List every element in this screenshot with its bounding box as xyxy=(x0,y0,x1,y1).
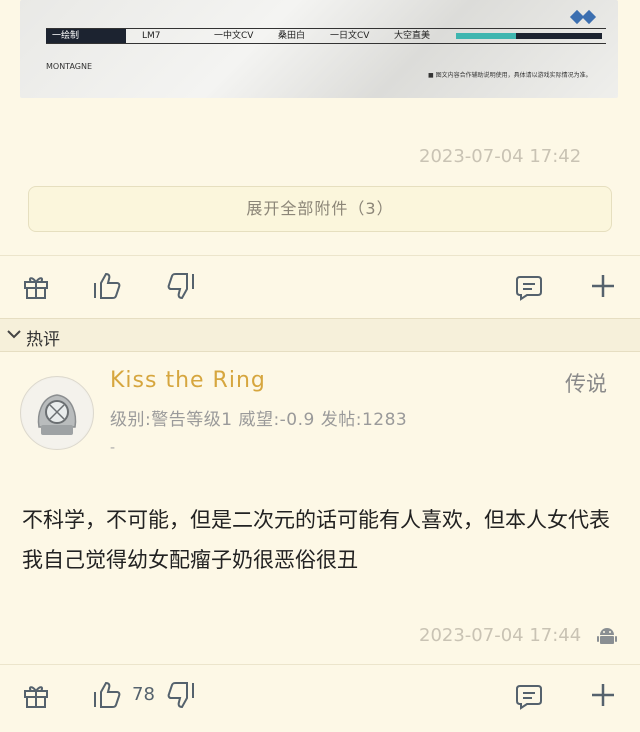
credit-label: 一中文CV xyxy=(214,31,254,41)
comment-text: 不科学，不可能，但是二次元的话可能有人喜欢，但本人女代表我自己觉得幼女配瘤子奶很… xyxy=(22,508,610,572)
expand-attachments-button[interactable]: 展开全部附件（3） xyxy=(28,186,612,232)
avatar[interactable] xyxy=(20,376,94,450)
user-meta-extra: - xyxy=(110,440,116,456)
thumbs-down-icon[interactable] xyxy=(166,680,196,710)
credit-label: 一绘制 xyxy=(46,29,126,43)
comment-icon[interactable] xyxy=(515,682,543,710)
credit-label: 一日文CV xyxy=(330,31,370,41)
plus-icon[interactable] xyxy=(589,681,617,709)
credit-value: 大空直美 xyxy=(394,31,431,41)
divider xyxy=(0,664,640,665)
credits-bar: 一绘制 LM7 一中文CV 桑田白 一日文CV 大空直美 xyxy=(46,28,606,44)
android-icon xyxy=(596,625,618,651)
comment-icon[interactable] xyxy=(515,273,543,301)
gift-icon[interactable] xyxy=(22,272,50,300)
divider xyxy=(0,255,640,256)
navy-stripe xyxy=(516,33,602,39)
hot-comments-title: 热评 xyxy=(26,330,60,350)
gift-icon[interactable] xyxy=(22,681,50,709)
studio-logo: MONTAGNE xyxy=(46,62,93,71)
comment-timestamp: 2023-07-04 17:44 xyxy=(419,625,582,646)
chevron-down-icon xyxy=(6,326,22,346)
thumbs-up-icon[interactable] xyxy=(92,271,122,301)
plus-icon[interactable] xyxy=(589,272,617,300)
like-count: 78 xyxy=(132,684,155,705)
image-note: ■ 图文内容合作辅助说明使用，具体请以游戏实际情况为准。 xyxy=(428,72,592,79)
diamond-decoration xyxy=(581,9,597,25)
post-timestamp: 2023-07-04 17:42 xyxy=(419,146,582,167)
comment-username[interactable]: Kiss the Ring xyxy=(110,368,266,393)
user-meta: 级别:警告等级1 威望:-0.9 发帖:1283 xyxy=(110,410,408,430)
credit-value: 桑田白 xyxy=(278,31,306,41)
teal-stripe xyxy=(456,33,516,39)
thumbs-down-icon[interactable] xyxy=(166,271,196,301)
thumbs-up-icon[interactable] xyxy=(92,680,122,710)
user-rank-badge: 传说 xyxy=(565,372,607,396)
credit-value: LM7 xyxy=(142,31,161,41)
attachment-image[interactable]: 一绘制 LM7 一中文CV 桑田白 一日文CV 大空直美 MONTAGNE ■ … xyxy=(20,0,618,98)
hot-comments-header[interactable]: 热评 xyxy=(0,318,640,352)
